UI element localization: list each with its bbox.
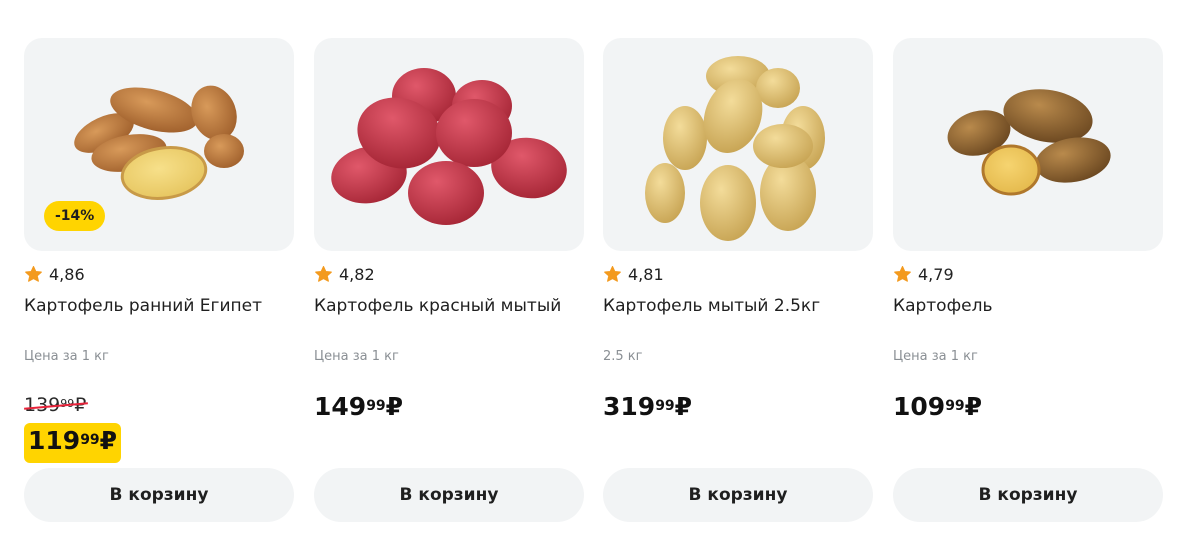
product-image[interactable] — [893, 38, 1163, 251]
price: 10999₽ — [893, 392, 982, 426]
rating-value: 4,82 — [339, 264, 375, 284]
product-card[interactable]: 4,82 Картофель красный мытый Цена за 1 к… — [314, 38, 584, 528]
price-main: 319 — [603, 392, 656, 421]
star-icon — [894, 265, 911, 282]
product-title[interactable]: Картофель красный мытый — [314, 295, 584, 317]
star-icon — [604, 265, 621, 282]
price: 14999₽ — [314, 392, 403, 426]
unit-label: Цена за 1 кг — [314, 349, 399, 364]
rating-value: 4,81 — [628, 264, 664, 284]
product-card[interactable]: 4,81 Картофель мытый 2.5кг 2.5 кг 31999₽… — [603, 38, 873, 528]
potato-icon — [331, 68, 567, 225]
product-card[interactable]: 4,79 Картофель Цена за 1 кг 10999₽ В кор… — [893, 38, 1163, 528]
price-main: 149 — [314, 392, 367, 421]
potato-icon — [947, 89, 1111, 196]
product-title[interactable]: Картофель ранний Египет — [24, 295, 294, 317]
unit-label: Цена за 1 кг — [893, 349, 978, 364]
rating-value: 4,86 — [49, 264, 85, 284]
price-cents: 99 — [655, 398, 675, 414]
price-currency: ₽ — [99, 426, 118, 455]
add-to-cart-button[interactable]: В корзину — [314, 468, 584, 522]
product-image[interactable] — [314, 38, 584, 251]
price-cents: 99 — [80, 432, 100, 448]
discount-badge: -14% — [44, 201, 106, 231]
price-currency: ₽ — [964, 392, 983, 421]
price-currency: ₽ — [674, 392, 693, 421]
rating: 4,81 — [603, 263, 664, 285]
add-to-cart-button[interactable]: В корзину — [893, 468, 1163, 522]
price-currency: ₽ — [385, 392, 404, 421]
add-to-cart-button[interactable]: В корзину — [603, 468, 873, 522]
price: 11999₽ — [24, 423, 122, 463]
potato-icon — [645, 56, 825, 241]
rating-value: 4,79 — [918, 264, 954, 284]
price-cents: 99 — [945, 398, 965, 414]
add-to-cart-button[interactable]: В корзину — [24, 468, 294, 522]
unit-label: 2.5 кг — [603, 349, 643, 364]
price-main: 109 — [893, 392, 946, 421]
product-title[interactable]: Картофель мытый 2.5кг — [603, 295, 873, 317]
price-cents: 99 — [366, 398, 386, 414]
rating: 4,86 — [24, 263, 85, 285]
product-grid: -14% 4,86 Картофель ранний Египет Цена з… — [0, 0, 1200, 543]
star-icon — [25, 265, 42, 282]
star-icon — [315, 265, 332, 282]
product-image[interactable]: -14% — [24, 38, 294, 251]
unit-label: Цена за 1 кг — [24, 349, 109, 364]
rating: 4,82 — [314, 263, 375, 285]
product-title[interactable]: Картофель — [893, 295, 1163, 317]
price-main: 119 — [28, 426, 81, 455]
product-image[interactable] — [603, 38, 873, 251]
product-card[interactable]: -14% 4,86 Картофель ранний Египет Цена з… — [24, 38, 294, 528]
old-price: 13999₽ — [24, 394, 89, 419]
rating: 4,79 — [893, 263, 954, 285]
price: 31999₽ — [603, 392, 692, 426]
